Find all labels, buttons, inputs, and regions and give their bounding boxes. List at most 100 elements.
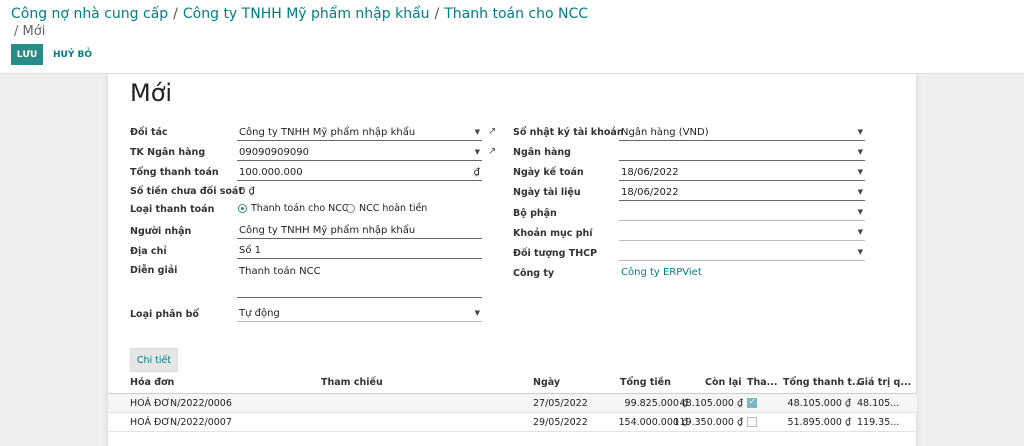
description-textarea[interactable]: Thanh toán NCC xyxy=(237,264,482,298)
document-date-input[interactable]: 18/06/2022 ▼ xyxy=(619,186,865,201)
breadcrumb-separator: / xyxy=(434,6,440,22)
payment-type-radio-supplier[interactable]: Thanh toán cho NCC xyxy=(238,203,349,214)
recipient-input[interactable]: Công ty TNHH Mỹ phẩm nhập khẩu xyxy=(237,224,482,239)
table-row[interactable]: HOÁ ĐƠN/2022/0006 27/05/2022 99.825.000 … xyxy=(108,394,917,413)
column-header-paid[interactable]: Tha... xyxy=(747,377,777,388)
control-panel: Công nợ nhà cung cấp / Công ty TNHH Mỹ phẩ… xyxy=(0,0,1024,74)
allocation-type-select[interactable]: Tự động ▼ xyxy=(237,307,482,322)
accounting-date-label: Ngày kế toán xyxy=(513,167,584,178)
document-date-label: Ngày tài liệu xyxy=(513,187,581,198)
caret-down-icon: ▼ xyxy=(857,208,863,216)
cell-payment-total: 48.105.000 ₫ xyxy=(787,398,851,409)
total-payment-label: Tổng thanh toán xyxy=(130,167,219,178)
department-label: Bộ phận xyxy=(513,208,557,219)
caret-down-icon: ▼ xyxy=(474,128,480,136)
address-input[interactable]: Số 1 xyxy=(237,244,482,259)
partner-select[interactable]: Công ty TNHH Mỹ phẩm nhập khẩu ▼ xyxy=(237,126,482,141)
column-header-remaining[interactable]: Còn lại xyxy=(705,377,742,388)
check-icon[interactable] xyxy=(747,397,757,408)
description-value: Thanh toán NCC xyxy=(239,266,321,277)
cell-remaining: 119.350.000 ₫ xyxy=(673,417,743,428)
breadcrumb-current: / Mới xyxy=(14,24,45,39)
unreconciled-value: 0 ₫ xyxy=(239,186,255,197)
accounting-date-value: 18/06/2022 xyxy=(621,167,679,178)
total-payment-input[interactable]: 100.000.000 ₫ xyxy=(237,166,482,181)
cell-value: 48.105... xyxy=(857,398,900,409)
bank-account-select[interactable]: 09090909090 ▼ xyxy=(237,146,482,161)
table-row[interactable]: HOÁ ĐƠN/2022/0007 29/05/2022 154.000.000… xyxy=(108,413,917,432)
breadcrumb-separator: / xyxy=(173,6,178,22)
external-link-icon[interactable]: ↗ xyxy=(488,126,496,137)
expense-item-label: Khoản mục phí xyxy=(513,228,593,239)
bank-label: Ngân hàng xyxy=(513,147,571,158)
radio-label: NCC hoàn tiền xyxy=(359,203,428,214)
form-sheet: Mới Đối tác Công ty TNHH Mỹ phẩm nhập kh… xyxy=(107,74,917,446)
caret-down-icon: ▼ xyxy=(474,148,480,156)
breadcrumb: Công nợ nhà cung cấp / Công ty TNHH Mỹ phẩ… xyxy=(11,6,588,22)
document-date-value: 18/06/2022 xyxy=(621,187,679,198)
caret-down-icon: ▼ xyxy=(857,128,863,136)
table-header: Hóa đơn Tham chiếu Ngày Tổng tiền Còn lạ… xyxy=(108,372,917,394)
checkbox-icon[interactable] xyxy=(747,417,757,427)
cell-payment-total: 51.895.000 ₫ xyxy=(787,417,851,428)
caret-down-icon: ▼ xyxy=(857,168,863,176)
cell-date: 29/05/2022 xyxy=(533,417,588,428)
payment-type-radio-refund[interactable]: NCC hoàn tiền xyxy=(346,203,427,214)
tab-details[interactable]: Chi tiết xyxy=(130,348,178,372)
breadcrumb-item-company[interactable]: Công ty TNHH Mỹ phẩm nhập khẩu xyxy=(183,6,430,22)
bank-select[interactable]: ▼ xyxy=(619,146,865,161)
column-header-total[interactable]: Tổng tiền xyxy=(620,377,671,388)
expense-item-select[interactable]: ▼ xyxy=(619,226,865,241)
column-header-value[interactable]: Giá trị q... xyxy=(857,377,911,388)
allocation-type-label: Loại phân bổ xyxy=(130,309,199,320)
address-value: Số 1 xyxy=(239,245,262,256)
breadcrumb-item-supplier-payment[interactable]: Thanh toán cho NCC xyxy=(444,6,588,22)
caret-down-icon: ▼ xyxy=(857,188,863,196)
unreconciled-label: Số tiền chưa đối soát xyxy=(130,186,243,197)
radio-checked-icon xyxy=(238,204,247,213)
recipient-label: Người nhận xyxy=(130,226,192,237)
column-header-invoice[interactable]: Hóa đơn xyxy=(130,377,174,388)
journal-select[interactable]: Ngân hàng (VND) ▼ xyxy=(619,126,865,141)
cell-total: 99.825.000 ₫ xyxy=(624,398,688,409)
department-select[interactable]: ▼ xyxy=(619,206,865,221)
allocation-type-value: Tự động xyxy=(239,308,280,319)
cost-object-select[interactable]: ▼ xyxy=(619,246,865,261)
unreconciled-amount: 0 ₫ xyxy=(237,185,482,200)
column-header-payment-total[interactable]: Tổng thanh t... xyxy=(783,377,863,388)
company-link[interactable]: Công ty ERPViet xyxy=(621,267,702,278)
description-label: Diễn giải xyxy=(130,265,178,276)
journal-value: Ngân hàng (VND) xyxy=(621,127,709,138)
external-link-icon[interactable]: ↗ xyxy=(488,146,496,157)
column-header-date[interactable]: Ngày xyxy=(533,377,560,388)
recipient-value: Công ty TNHH Mỹ phẩm nhập khẩu xyxy=(239,225,416,236)
breadcrumb-current-label: Mới xyxy=(22,24,46,39)
caret-down-icon: ▼ xyxy=(857,148,863,156)
discard-button[interactable]: HUỶ BỎ xyxy=(53,44,92,65)
cell-invoice: HOÁ ĐƠN/2022/0006 xyxy=(130,398,232,409)
radio-unchecked-icon xyxy=(346,204,355,213)
cost-object-label: Đối tượng THCP xyxy=(513,248,598,259)
caret-down-icon: ▼ xyxy=(474,309,480,317)
bank-account-value: 09090909090 xyxy=(239,147,309,158)
cell-value: 119.35... xyxy=(857,417,900,428)
address-label: Địa chỉ xyxy=(130,246,167,257)
total-payment-value: 100.000.000 xyxy=(239,167,303,178)
breadcrumb-separator: / xyxy=(14,24,19,39)
radio-label: Thanh toán cho NCC xyxy=(251,203,349,214)
accounting-date-input[interactable]: 18/06/2022 ▼ xyxy=(619,166,865,181)
caret-down-icon: ▼ xyxy=(857,228,863,236)
bank-account-label: TK Ngân hàng xyxy=(130,147,206,158)
cell-invoice: HOÁ ĐƠN/2022/0007 xyxy=(130,417,232,428)
breadcrumb-item-supplier-debt[interactable]: Công nợ nhà cung cấp xyxy=(11,6,168,22)
journal-label: Sổ nhật ký tài khoản xyxy=(513,127,624,138)
column-header-reference[interactable]: Tham chiếu xyxy=(321,377,383,388)
company-label: Công ty xyxy=(513,268,555,279)
currency-symbol: ₫ xyxy=(473,167,480,178)
partner-value: Công ty TNHH Mỹ phẩm nhập khẩu xyxy=(239,127,416,138)
cell-date: 27/05/2022 xyxy=(533,398,588,409)
caret-down-icon: ▼ xyxy=(857,248,863,256)
save-button[interactable]: LƯU xyxy=(11,44,43,65)
payment-type-label: Loại thanh toán xyxy=(130,204,215,215)
page-title: Mới xyxy=(130,79,173,107)
